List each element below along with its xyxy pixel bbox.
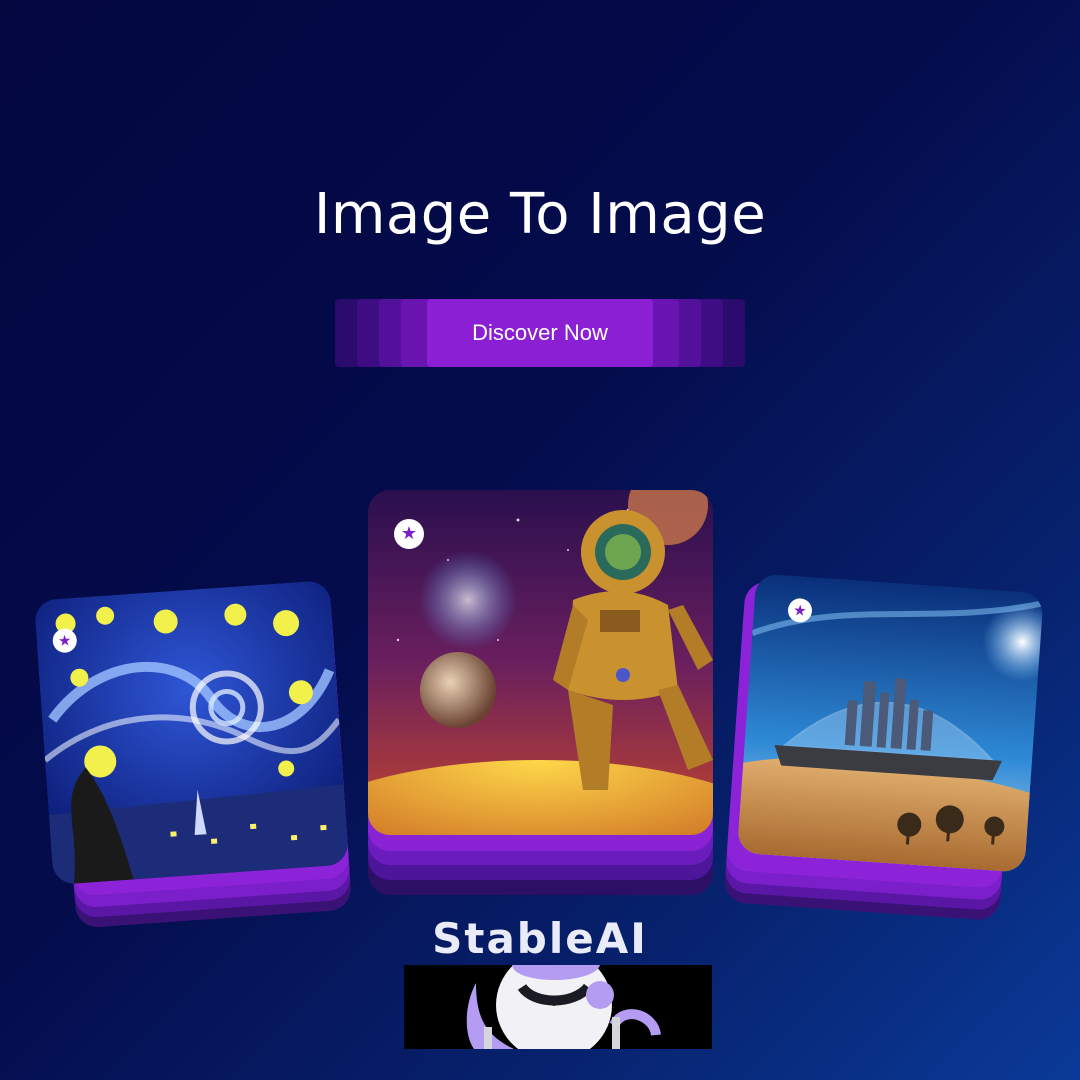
robot-icon (404, 965, 712, 1049)
domed-city-image (736, 573, 1044, 873)
gallery-card-astronaut[interactable]: ★ (368, 490, 713, 895)
gallery-card-domed-city[interactable]: ★ (723, 573, 1044, 922)
discover-cta-group: Discover Now (335, 299, 745, 367)
gallery-card-starry-night[interactable]: ★ (33, 580, 353, 929)
brand-name: StableAI (432, 914, 648, 963)
starry-night-image (33, 580, 350, 885)
discover-now-button[interactable]: Discover Now (427, 299, 653, 367)
star-icon[interactable]: ★ (394, 519, 424, 549)
page-title: Image To Image (313, 182, 767, 247)
